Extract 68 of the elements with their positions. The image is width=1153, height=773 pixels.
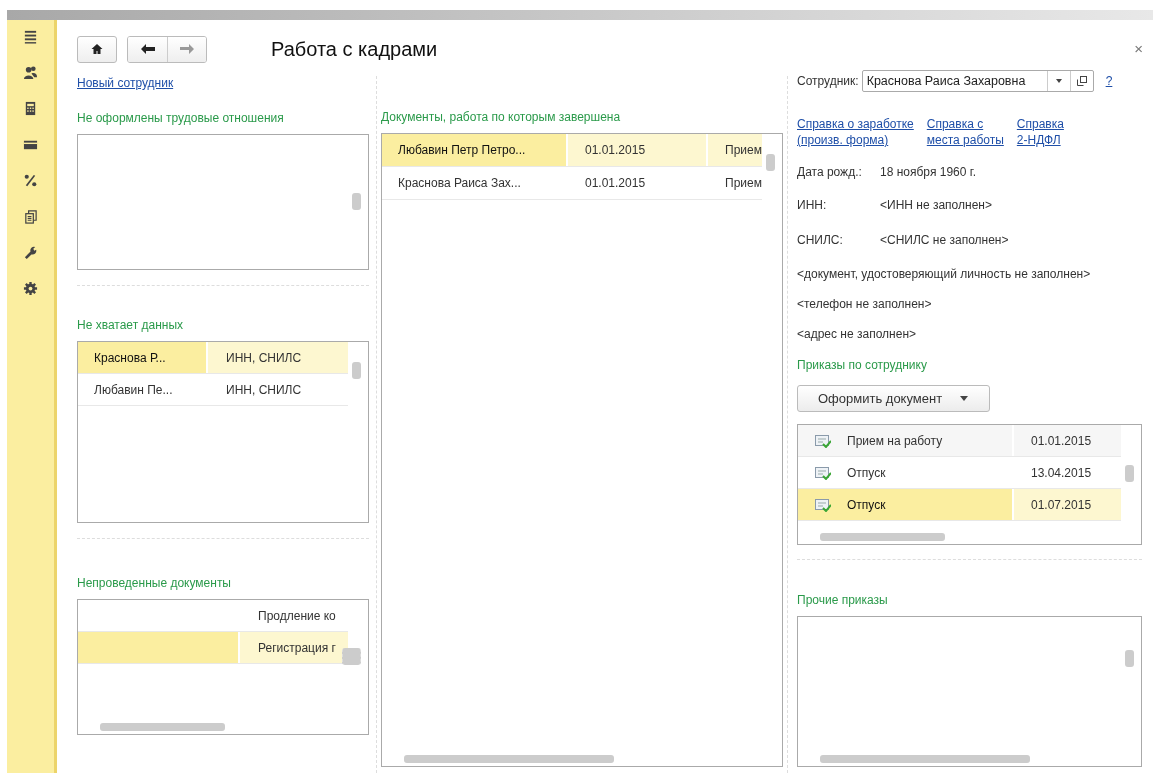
- field-value: <СНИЛС не заполнен>: [880, 233, 1009, 247]
- create-document-button[interactable]: Оформить документ: [797, 385, 990, 412]
- caret-icon: [960, 396, 969, 401]
- table-cell[interactable]: Прием: [706, 134, 762, 166]
- close-button[interactable]: ×: [1134, 40, 1143, 57]
- menu-icon[interactable]: [23, 29, 38, 44]
- section-title: Прочие приказы: [797, 593, 889, 607]
- scrollbar-thumb[interactable]: [766, 154, 775, 171]
- table-cell[interactable]: Прием: [706, 167, 762, 199]
- certificate-link[interactable]: Справка с места работы: [926, 116, 1004, 148]
- table-cell[interactable]: Любавин Пе...: [78, 374, 206, 405]
- table-cell[interactable]: Любавин Петр Петро...: [382, 134, 566, 166]
- employee-field[interactable]: Краснова Раиса Захаровна: [861, 70, 1094, 92]
- scrollbar-thumb[interactable]: [820, 533, 945, 541]
- table-cell[interactable]: Отпуск: [847, 497, 886, 512]
- calculator-icon[interactable]: [23, 101, 38, 116]
- section-title: Не оформлены трудовые отношения: [77, 111, 285, 125]
- section-title: Документы, работа по которым завершена: [381, 110, 622, 124]
- settings-icon[interactable]: [23, 281, 38, 296]
- table-cell[interactable]: 01.01.2015: [566, 134, 706, 166]
- field-value: <адрес не заполнен>: [797, 327, 918, 341]
- scrollbar-thumb[interactable]: [342, 648, 361, 665]
- table-cell[interactable]: ИНН, СНИЛС: [206, 342, 348, 373]
- table-cell[interactable]: Регистрация г: [238, 632, 348, 663]
- open-window-icon: [1076, 76, 1087, 86]
- percent-icon[interactable]: [23, 173, 38, 188]
- section-title: Непроведенные документы: [77, 576, 232, 590]
- scrollbar-thumb[interactable]: [1125, 650, 1134, 667]
- help-link[interactable]: ?: [1105, 74, 1113, 88]
- certificate-link[interactable]: Справка о заработке (произв. форма): [797, 116, 914, 148]
- table-cell[interactable]: Краснова Р...: [78, 342, 206, 373]
- table-cell[interactable]: 01.07.2015: [1012, 489, 1121, 520]
- section-title: Приказы по сотруднику: [797, 358, 928, 372]
- table-cell[interactable]: 01.01.2015: [1012, 425, 1121, 456]
- back-arrow-icon: [140, 44, 155, 54]
- home-icon: [91, 43, 103, 55]
- employee-label: Сотрудник:: [797, 74, 859, 88]
- new-employee-link[interactable]: Новый сотрудник: [77, 76, 174, 90]
- field-value: <документ, удостоверяющий личность не заполнен>: [797, 267, 1092, 281]
- scrollbar-thumb[interactable]: [1125, 465, 1134, 482]
- scrollbar-thumb[interactable]: [820, 755, 1030, 763]
- home-button[interactable]: [77, 35, 117, 63]
- wrench-icon[interactable]: [23, 245, 38, 260]
- field-label: ИНН:: [797, 198, 828, 212]
- table-cell[interactable]: ИНН, СНИЛС: [206, 374, 348, 405]
- field-value: <ИНН не заполнен>: [880, 198, 992, 212]
- scrollbar-thumb[interactable]: [352, 362, 361, 379]
- section-title: Не хватает данных: [77, 318, 185, 332]
- document-check-icon: [815, 433, 831, 448]
- field-label: СНИЛС:: [797, 233, 844, 247]
- field-value: <телефон не заполнен>: [797, 297, 933, 311]
- scrollbar-thumb[interactable]: [404, 755, 614, 763]
- field-value: 18 ноября 1960 г.: [880, 165, 976, 179]
- people-icon[interactable]: [23, 65, 38, 80]
- table-cell[interactable]: 01.01.2015: [566, 167, 706, 199]
- caret-icon: [1055, 79, 1062, 83]
- field-label: Дата рожд.:: [797, 165, 863, 179]
- certificate-link[interactable]: Справка 2-НДФЛ: [1016, 116, 1064, 148]
- documents-icon[interactable]: [23, 209, 38, 224]
- scrollbar-thumb[interactable]: [100, 723, 225, 731]
- scrollbar-thumb[interactable]: [352, 193, 361, 210]
- table-cell[interactable]: Отпуск: [847, 465, 886, 480]
- back-button[interactable]: [128, 36, 167, 62]
- table-cell[interactable]: Краснова Раиса Зах...: [382, 167, 566, 199]
- window-title: Работа с кадрами: [271, 37, 438, 61]
- document-check-icon: [815, 465, 831, 480]
- document-check-icon: [815, 497, 831, 512]
- forward-arrow-icon: [180, 44, 194, 54]
